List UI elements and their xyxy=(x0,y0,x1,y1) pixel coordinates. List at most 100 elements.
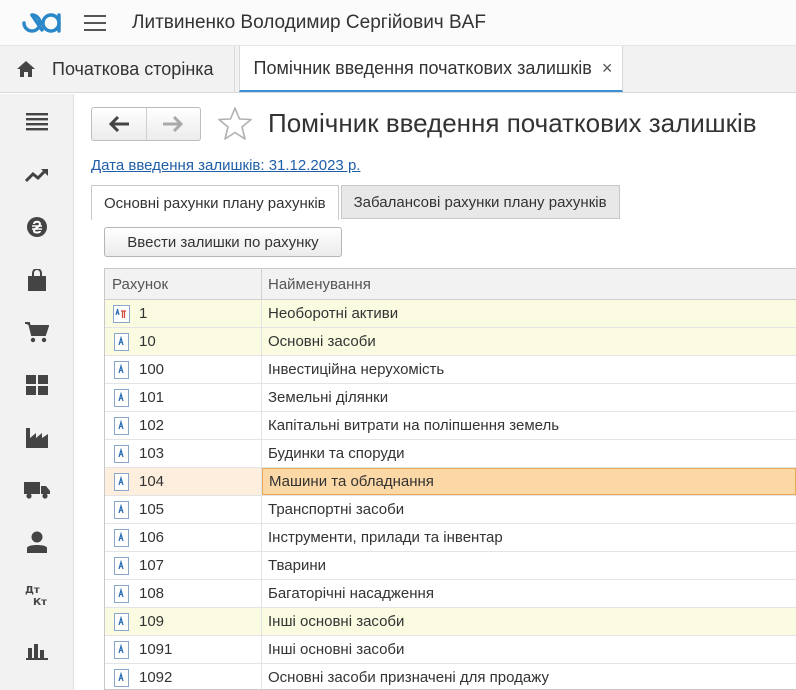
account-code: 106 xyxy=(139,529,165,546)
column-header-name[interactable]: Найменування xyxy=(262,269,796,299)
account-tabs: Основні рахунки плану рахунків Забалансо… xyxy=(91,185,620,220)
sidebar-item-purchases[interactable] xyxy=(0,312,74,352)
sidebar-item-production[interactable] xyxy=(0,417,74,457)
page-title: Помічник введення початкових залишків xyxy=(268,108,757,138)
cell-account-code: 100 xyxy=(105,356,262,383)
tab-opening-balances-label: Помічник введення початкових залишків xyxy=(253,57,592,78)
column-header-account[interactable]: Рахунок xyxy=(105,269,262,299)
content-area: Помічник введення початкових залишків Да… xyxy=(74,94,796,690)
table-row[interactable]: 1092 Основні засоби призначені для продаж… xyxy=(105,664,796,689)
cell-account-name: Машини та обладнання xyxy=(262,468,796,495)
table-row[interactable]: 105 Транспортні засоби xyxy=(105,496,796,524)
cell-account-name: Капітальні витрати на поліпшення земель xyxy=(262,412,796,439)
account-icon xyxy=(114,388,129,407)
account-name: Капітальні витрати на поліпшення земель xyxy=(268,417,560,434)
account-icon xyxy=(114,528,129,547)
back-button[interactable] xyxy=(92,108,146,140)
history-nav xyxy=(91,107,201,141)
account-code: 1092 xyxy=(139,669,173,686)
main-menu-button[interactable] xyxy=(84,14,106,31)
currency-icon xyxy=(27,217,47,237)
table-row[interactable]: 1091 Інші основні засоби xyxy=(105,636,796,664)
cell-account-name: Інші основні засоби xyxy=(262,636,796,663)
account-code: 105 xyxy=(139,501,165,518)
account-icon xyxy=(114,444,129,463)
forward-button[interactable] xyxy=(145,108,201,140)
table-row[interactable]: 104 Машини та обладнання xyxy=(105,468,796,496)
sidebar-item-money[interactable] xyxy=(0,207,74,247)
account-name: Інші основні засоби xyxy=(268,613,405,630)
account-icon xyxy=(114,612,129,631)
app-title: Литвиненко Володимир Сергійович BAF xyxy=(132,11,486,33)
account-code: 10 xyxy=(139,333,156,350)
sidebar-item-accounting[interactable]: Дт Кт xyxy=(0,575,74,615)
cell-account-code: 1091 xyxy=(105,636,262,663)
account-icon xyxy=(114,472,129,491)
cell-account-code: 108 xyxy=(105,580,262,607)
table-row[interactable]: 102 Капітальні витрати на поліпшення земе… xyxy=(105,412,796,440)
sidebar-item-hr[interactable] xyxy=(0,522,74,562)
burger-line xyxy=(84,28,106,31)
sidebar: Дт Кт xyxy=(0,94,74,690)
sidebar-item-fixed-assets[interactable] xyxy=(0,470,74,510)
close-icon[interactable]: × xyxy=(602,58,613,79)
favorite-star-icon[interactable] xyxy=(217,106,253,142)
cell-account-name: Земельні ділянки xyxy=(262,384,796,411)
account-code: 107 xyxy=(139,557,165,574)
cell-account-code: 102 xyxy=(105,412,262,439)
account-code: 104 xyxy=(139,473,165,490)
cell-account-name: Транспортні засоби xyxy=(262,496,796,523)
cell-account-name: Необоротні активи xyxy=(262,300,796,327)
tab-opening-balances[interactable]: Помічник введення початкових залишків × xyxy=(238,46,624,92)
table-row[interactable]: 1 Необоротні активи xyxy=(105,300,796,328)
account-icon xyxy=(114,668,129,687)
table-row[interactable]: 100 Інвестиційна нерухомість xyxy=(105,356,796,384)
tab-main-accounts[interactable]: Основні рахунки плану рахунків xyxy=(91,185,339,220)
account-code: 109 xyxy=(139,613,165,630)
top-bar: Литвиненко Володимир Сергійович BAF xyxy=(0,0,796,46)
table-row[interactable]: 108 Багаторічні насадження xyxy=(105,580,796,608)
table-row[interactable]: 10 Основні засоби xyxy=(105,328,796,356)
table-row[interactable]: 107 Тварини xyxy=(105,552,796,580)
cell-account-code: 1092 xyxy=(105,664,262,689)
burger-line xyxy=(84,14,106,17)
table-row[interactable]: 109 Інші основні засоби xyxy=(105,608,796,636)
table-row[interactable]: 101 Земельні ділянки xyxy=(105,384,796,412)
cell-account-name: Основні засоби призначені для продажу xyxy=(262,664,796,689)
burger-line xyxy=(84,21,106,24)
sidebar-item-warehouse[interactable] xyxy=(0,365,74,405)
sidebar-item-sales[interactable] xyxy=(0,260,74,300)
account-icon xyxy=(114,584,129,603)
svg-text:Дт: Дт xyxy=(25,585,40,596)
account-icon xyxy=(114,332,129,351)
dt-kt-icon: Дт Кт xyxy=(25,585,47,607)
table-body: 1 Необоротні активи 10 Основні засоби 100 Інв… xyxy=(105,300,796,689)
home-icon xyxy=(17,61,35,77)
account-code: 1091 xyxy=(139,641,173,658)
table-row[interactable]: 103 Будинки та споруди xyxy=(105,440,796,468)
table-row[interactable]: 106 Інструменти, прилади та інвентар xyxy=(105,524,796,552)
account-name: Основні засоби xyxy=(268,333,376,350)
cell-account-name: Інші основні засоби xyxy=(262,608,796,635)
account-icon xyxy=(114,500,129,519)
cell-account-name: Основні засоби xyxy=(262,328,796,355)
cell-account-name: Багаторічні насадження xyxy=(262,580,796,607)
sidebar-item-reports[interactable] xyxy=(0,631,74,671)
account-name: Будинки та споруди xyxy=(268,445,405,462)
cell-account-name: Інвестиційна нерухомість xyxy=(262,356,796,383)
sidebar-item-menu[interactable] xyxy=(0,102,74,142)
tab-offbalance-accounts[interactable]: Забалансові рахунки плану рахунків xyxy=(340,185,620,219)
account-name: Багаторічні насадження xyxy=(268,585,434,602)
bar-chart-icon xyxy=(26,644,48,660)
account-code: 100 xyxy=(139,361,165,378)
sidebar-item-sales-trend[interactable] xyxy=(0,155,74,195)
svg-text:Кт: Кт xyxy=(33,597,47,607)
balance-date-link[interactable]: Дата введення залишків: 31.12.2023 р. xyxy=(91,157,360,174)
account-group-icon xyxy=(113,304,130,323)
accounts-table: Рахунок Найменування 1 Необоротні активи 1… xyxy=(104,268,796,690)
menu-list-icon xyxy=(26,113,48,131)
tab-home[interactable]: Початкова сторінка xyxy=(0,46,235,92)
enter-balances-button[interactable]: Ввести залишки по рахунку xyxy=(104,227,342,257)
baf-logo-icon[interactable] xyxy=(20,10,64,36)
account-name: Інвестиційна нерухомість xyxy=(268,361,445,378)
